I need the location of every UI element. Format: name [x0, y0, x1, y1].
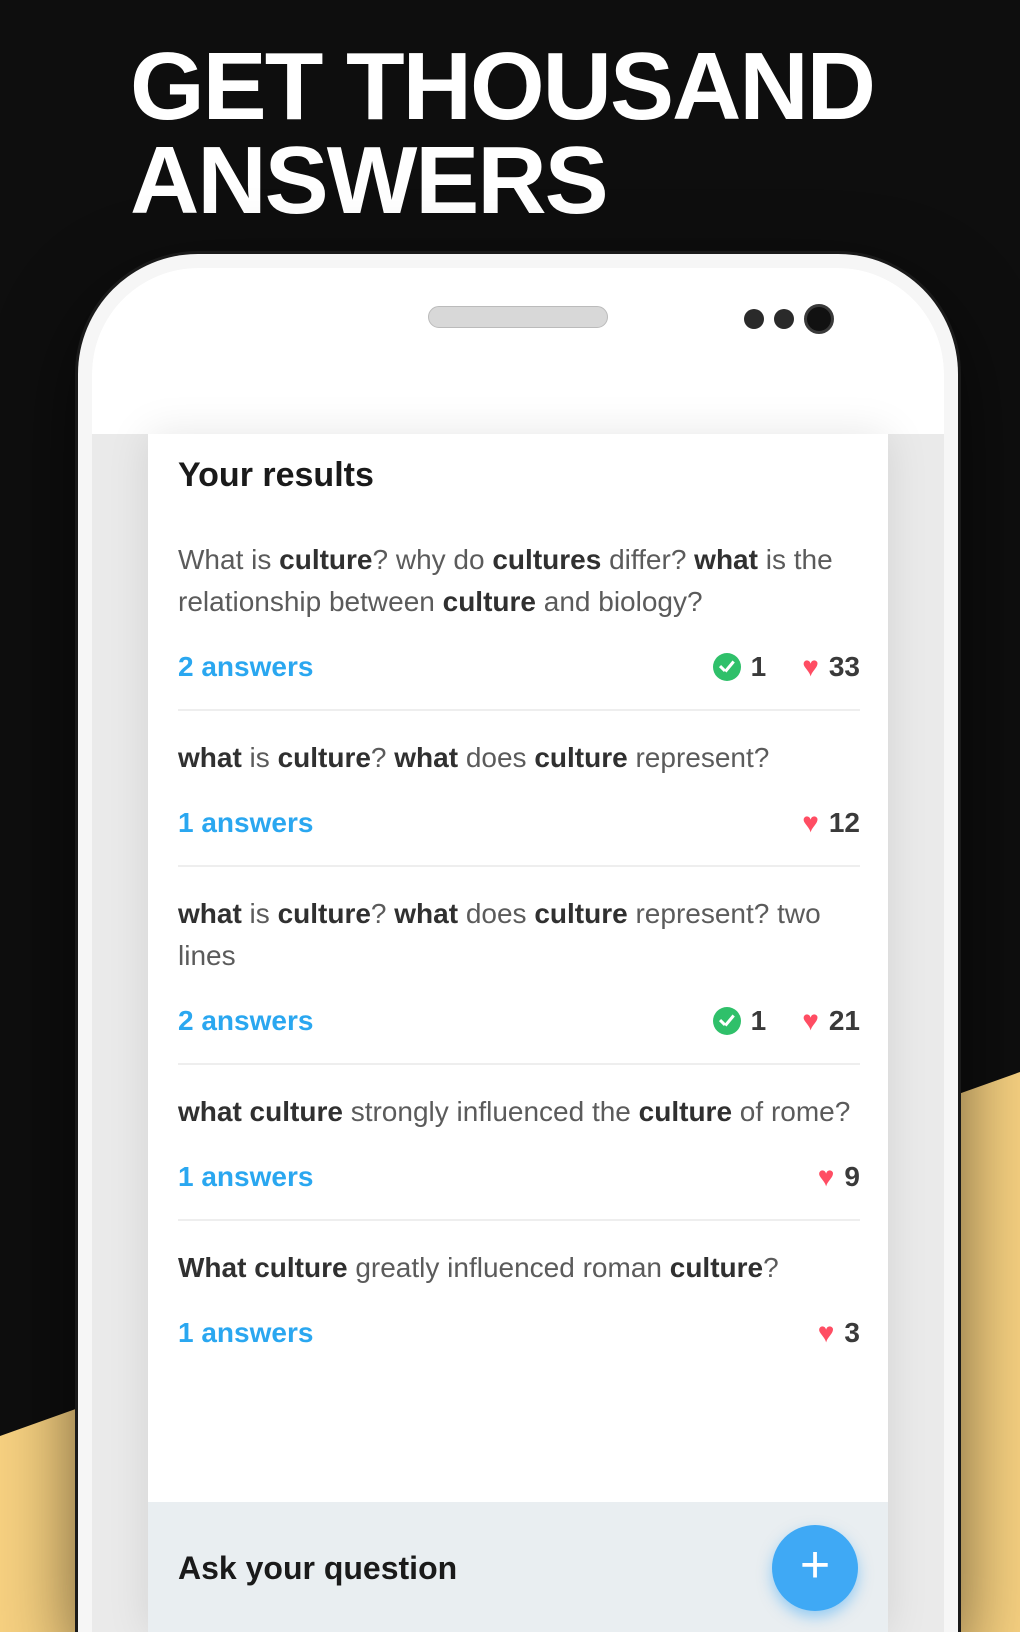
heart-icon: ♥ — [802, 809, 819, 837]
result-item[interactable]: What culture greatly influenced roman cu… — [178, 1247, 860, 1355]
result-meta-row: 2 answers 1 ♥ 33 — [178, 651, 860, 683]
light-sensor-icon — [774, 309, 794, 329]
answers-link[interactable]: 1 answers — [178, 1161, 313, 1193]
add-question-button[interactable]: + — [772, 1525, 858, 1611]
hearts-count: ♥ 33 — [802, 651, 860, 683]
result-meta-row: 1 answers♥9 — [178, 1161, 860, 1193]
verified-number: 1 — [751, 651, 767, 683]
speaker-grille — [428, 306, 608, 328]
app-screen: Your results What is culture? why do cul… — [148, 434, 888, 1632]
plus-icon: + — [800, 1539, 830, 1591]
promo-stage: GET THOUSAND ANSWERS Your results What i… — [0, 0, 1020, 1632]
results-list: Your results What is culture? why do cul… — [148, 434, 888, 1355]
question-text: what is culture? what does culture repre… — [178, 737, 860, 779]
results-heading: Your results — [178, 456, 860, 495]
hearts-number: 9 — [844, 1161, 860, 1193]
verified-number: 1 — [751, 1005, 767, 1037]
phone-bezel-top — [92, 268, 944, 378]
result-meta-row: 1 answers♥3 — [178, 1317, 860, 1349]
hearts-count: ♥ 21 — [802, 1005, 860, 1037]
hearts-number: 21 — [829, 1005, 860, 1037]
headline-line-2: ANSWERS — [130, 134, 874, 228]
phone-inner: Your results What is culture? why do cul… — [92, 268, 944, 1632]
status-bar — [92, 378, 944, 434]
hearts-count: ♥9 — [818, 1161, 860, 1193]
hearts-number: 12 — [829, 807, 860, 839]
answers-link[interactable]: 2 answers — [178, 651, 313, 683]
hearts-number: 3 — [844, 1317, 860, 1349]
hearts-count: ♥ 12 — [802, 807, 860, 839]
promo-headline: GET THOUSAND ANSWERS — [130, 40, 874, 228]
proximity-sensor-icon — [744, 309, 764, 329]
question-text: what culture strongly influenced the cul… — [178, 1091, 860, 1133]
question-text: What culture greatly influenced roman cu… — [178, 1247, 860, 1289]
heart-icon: ♥ — [818, 1163, 835, 1191]
verified-icon — [713, 653, 741, 681]
answers-link[interactable]: 1 answers — [178, 1317, 313, 1349]
sensor-cluster — [744, 304, 834, 334]
verified-count: 1 — [713, 1005, 767, 1037]
hearts-count: ♥3 — [818, 1317, 860, 1349]
heart-icon: ♥ — [802, 1007, 819, 1035]
heart-icon: ♥ — [802, 653, 819, 681]
result-item[interactable]: what culture strongly influenced the cul… — [178, 1091, 860, 1221]
phone-frame: Your results What is culture? why do cul… — [78, 254, 958, 1632]
answers-link[interactable]: 2 answers — [178, 1005, 313, 1037]
heart-icon: ♥ — [818, 1319, 835, 1347]
result-item[interactable]: what is culture? what does culture repre… — [178, 893, 860, 1065]
headline-line-1: GET THOUSAND — [130, 40, 874, 134]
verified-icon — [713, 1007, 741, 1035]
verified-count: 1 — [713, 651, 767, 683]
question-text: What is culture? why do cultures differ?… — [178, 539, 860, 623]
front-camera-icon — [804, 304, 834, 334]
ask-question-bar[interactable]: Ask your question + — [148, 1502, 888, 1632]
answers-link[interactable]: 1 answers — [178, 807, 313, 839]
hearts-number: 33 — [829, 651, 860, 683]
result-item[interactable]: what is culture? what does culture repre… — [178, 737, 860, 867]
ask-question-label: Ask your question — [178, 1550, 457, 1587]
question-text: what is culture? what does culture repre… — [178, 893, 860, 977]
result-meta-row: 1 answers ♥ 12 — [178, 807, 860, 839]
result-item[interactable]: What is culture? why do cultures differ?… — [178, 539, 860, 711]
result-meta-row: 2 answers 1 ♥ 21 — [178, 1005, 860, 1037]
